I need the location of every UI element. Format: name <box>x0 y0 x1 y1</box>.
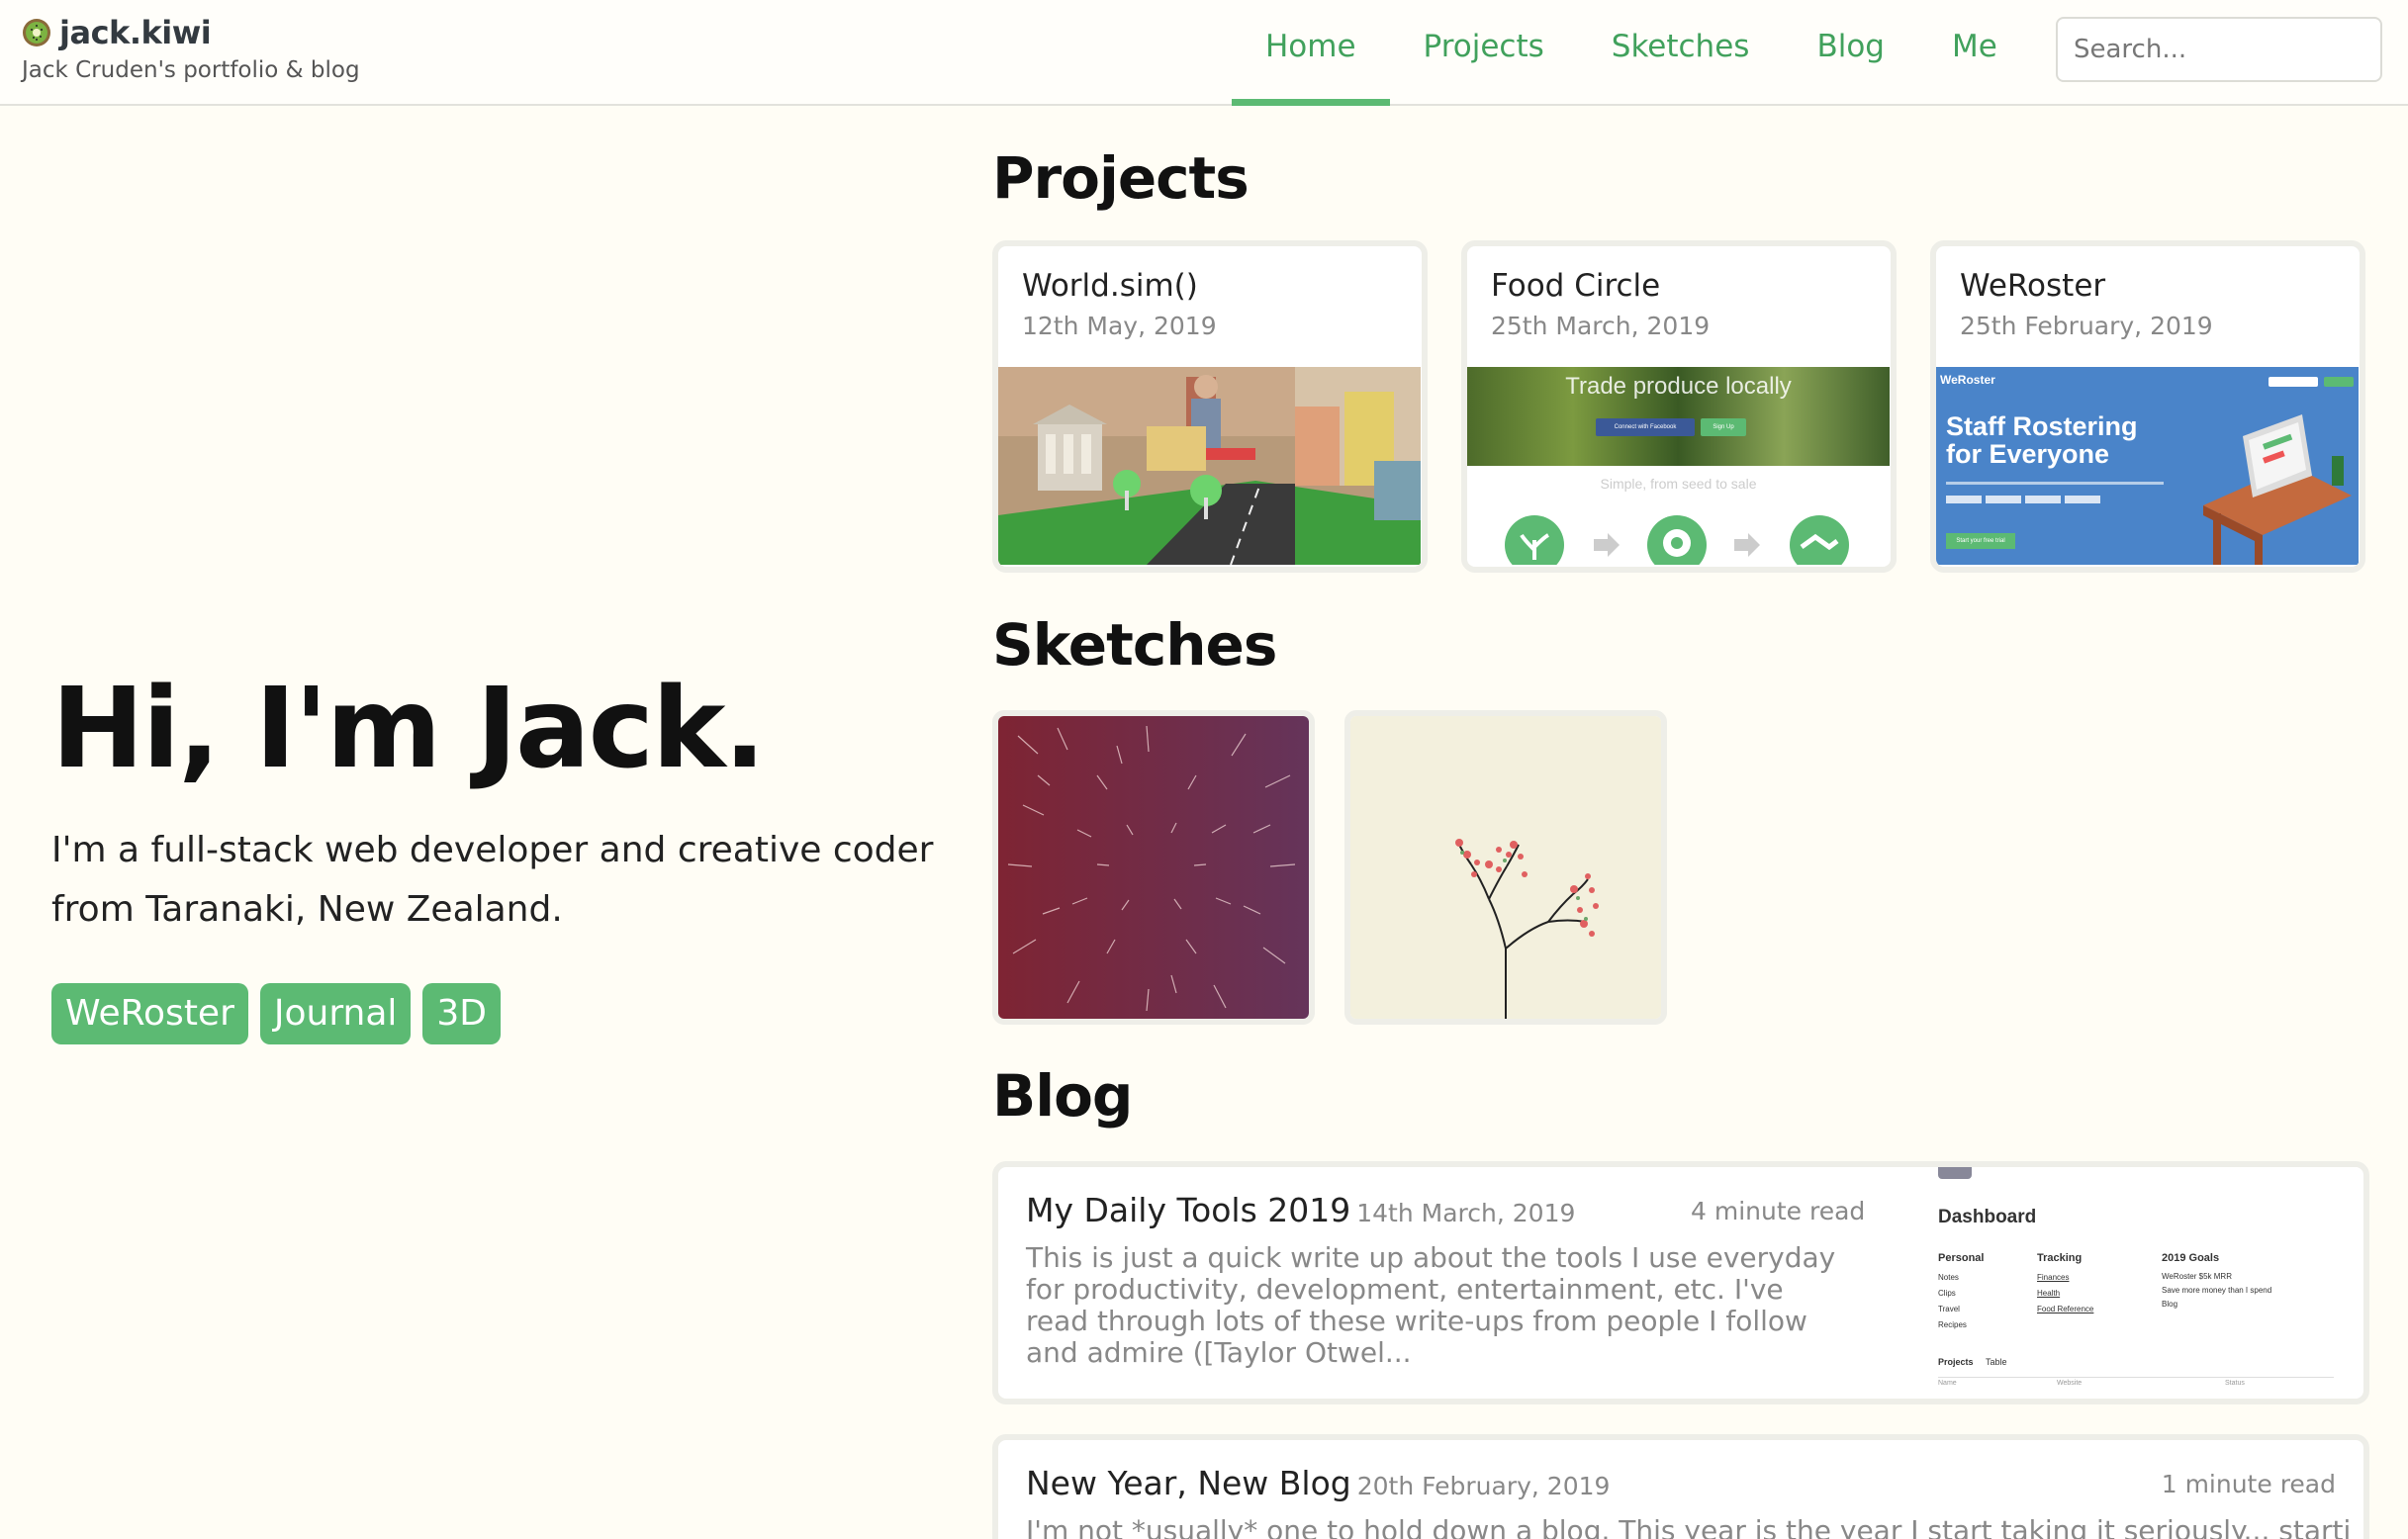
dashboard-table-toggle: Table <box>1986 1357 2007 1367</box>
dashboard-table-col: Name <box>1938 1380 1957 1387</box>
tag-journal[interactable]: Journal <box>259 983 412 1044</box>
blog-post-card[interactable]: New Year, New Blog 20th February, 2019 1 … <box>992 1434 2369 1539</box>
project-card-weroster[interactable]: WeRoster 25th February, 2019 WeRoster St… <box>1930 240 2365 573</box>
dashboard-column-heading: Tracking <box>2037 1252 2083 1264</box>
blog-post-excerpt: I'm not *usually* one to hold down a blo… <box>1026 1515 2352 1539</box>
blog-post-date: 14th March, 2019 <box>1356 1199 1576 1227</box>
project-card-worldsim[interactable]: World.sim() 12th May, 2019 <box>992 240 1428 573</box>
project-thumbnail: Trade produce locally Connect with Faceb… <box>1467 367 1890 565</box>
tag-3d[interactable]: 3D <box>422 983 502 1044</box>
sketch-starfield-image <box>998 716 1309 1019</box>
thumbnail-headline: Trade produce locally <box>1565 373 1792 400</box>
kiwi-fruit-icon <box>23 19 50 46</box>
site-logo[interactable]: jack.kiwi Jack Cruden's portfolio & blog <box>22 14 360 83</box>
dashboard-item: Notes <box>1938 1273 1959 1282</box>
project-date: 25th March, 2019 <box>1491 312 1711 340</box>
dashboard-table-col: Status <box>2225 1380 2245 1387</box>
dashboard-item: Food Reference <box>2037 1305 2094 1313</box>
blog-post-title-text: New Year, New Blog <box>1026 1464 1351 1502</box>
projects-heading: Projects <box>992 144 1250 212</box>
main-nav: Home Projects Sketches Blog Me <box>1232 0 2031 106</box>
blog-heading: Blog <box>992 1062 1133 1130</box>
thumbnail-headline-1: Staff Rostering <box>1946 411 2138 441</box>
sketch-starfield[interactable] <box>992 710 1315 1025</box>
dashboard-column-heading: 2019 Goals <box>2162 1252 2220 1264</box>
thumbnail-headline-2: for Everyone <box>1946 439 2110 469</box>
dashboard-projects-label: Projects Table <box>1938 1357 2007 1367</box>
nav-blog[interactable]: Blog <box>1783 0 1918 106</box>
project-date: 12th May, 2019 <box>1022 312 1217 340</box>
dashboard-goals-list: WeRoster $5k MRR Save more money than I … <box>2162 1270 2280 1312</box>
dashboard-item: WeRoster $5k MRR <box>2162 1272 2232 1281</box>
dashboard-tracking-list: Finances Health Food Reference <box>2037 1270 2093 1317</box>
project-title: WeRoster <box>1960 268 2106 304</box>
dashboard-item: Finances <box>2037 1273 2070 1282</box>
sketch-tree-image <box>1350 716 1661 1019</box>
dashboard-item: Clips <box>1938 1289 1956 1298</box>
sketches-heading: Sketches <box>992 611 1277 679</box>
top-navigation-bar: jack.kiwi Jack Cruden's portfolio & blog… <box>0 0 2408 106</box>
thumbnail-signup-button: Sign Up <box>1701 418 1746 436</box>
dashboard-table-col: Website <box>2057 1380 2083 1387</box>
sketch-tree[interactable] <box>1344 710 1667 1025</box>
thumbnail-brand: WeRoster <box>1940 373 1995 387</box>
tag-weroster[interactable]: WeRoster <box>51 983 248 1044</box>
blog-post-title-text: My Daily Tools 2019 <box>1026 1191 1351 1229</box>
thumbnail-subtitle: Simple, from seed to sale <box>1600 476 1757 492</box>
hero-heading: Hi, I'm Jack. <box>51 665 766 793</box>
thumbnail-facebook-button: Connect with Facebook <box>1596 418 1695 436</box>
dashboard-item: Recipes <box>1938 1320 1967 1329</box>
dashboard-projects-text: Projects <box>1938 1357 1974 1367</box>
project-thumbnail <box>998 367 1421 565</box>
nav-home[interactable]: Home <box>1232 0 1390 106</box>
blog-post-date: 20th February, 2019 <box>1356 1472 1611 1500</box>
project-date: 25th February, 2019 <box>1960 312 2213 340</box>
site-tagline: Jack Cruden's portfolio & blog <box>22 57 360 83</box>
project-title: Food Circle <box>1491 268 1661 304</box>
dashboard-table-header: Name Website Status <box>1938 1377 2334 1387</box>
dashboard-personal-list: Notes Clips Travel Recipes <box>1938 1270 1967 1333</box>
nav-sketches[interactable]: Sketches <box>1578 0 1784 106</box>
hero-tags: WeRoster Journal 3D <box>51 983 502 1044</box>
dashboard-item: Travel <box>1938 1305 1960 1313</box>
blog-post-card[interactable]: My Daily Tools 2019 14th March, 2019 4 mi… <box>992 1161 2369 1404</box>
project-card-food-circle[interactable]: Food Circle 25th March, 2019 Trade produ… <box>1461 240 1897 573</box>
dashboard-title: Dashboard <box>1938 1207 2037 1227</box>
nav-projects[interactable]: Projects <box>1390 0 1578 106</box>
dashboard-item: Blog <box>2162 1300 2178 1309</box>
project-title: World.sim() <box>1022 268 1198 304</box>
dashboard-column-heading: Personal <box>1938 1252 1985 1264</box>
nav-me[interactable]: Me <box>1918 0 2031 106</box>
dashboard-item: Health <box>2037 1289 2061 1298</box>
thumbnail-process-icons <box>1505 515 1849 565</box>
dashboard-item: Save more money than I spend <box>2162 1286 2272 1295</box>
blog-read-time: 4 minute read <box>1691 1197 1866 1225</box>
blog-post-excerpt: This is just a quick write up about the … <box>1026 1241 1836 1369</box>
blog-post-thumbnail: Dashboard Personal Tracking 2019 Goals N… <box>1922 1167 2358 1399</box>
project-thumbnail: WeRoster Staff Rostering for Everyone St… <box>1936 367 2359 565</box>
blog-post-title: New Year, New Blog 20th February, 2019 <box>1026 1464 1610 1502</box>
blog-read-time: 1 minute read <box>2161 1470 2336 1498</box>
thumbnail-desk-illustration <box>2203 414 2352 565</box>
thumbnail-cta: Start your free trial <box>1946 533 2015 549</box>
blog-post-title: My Daily Tools 2019 14th March, 2019 <box>1026 1191 1575 1229</box>
search-input[interactable] <box>2056 17 2382 82</box>
site-name[interactable]: jack.kiwi <box>59 14 212 51</box>
hero-intro: I'm a full-stack web developer and creat… <box>51 830 934 930</box>
